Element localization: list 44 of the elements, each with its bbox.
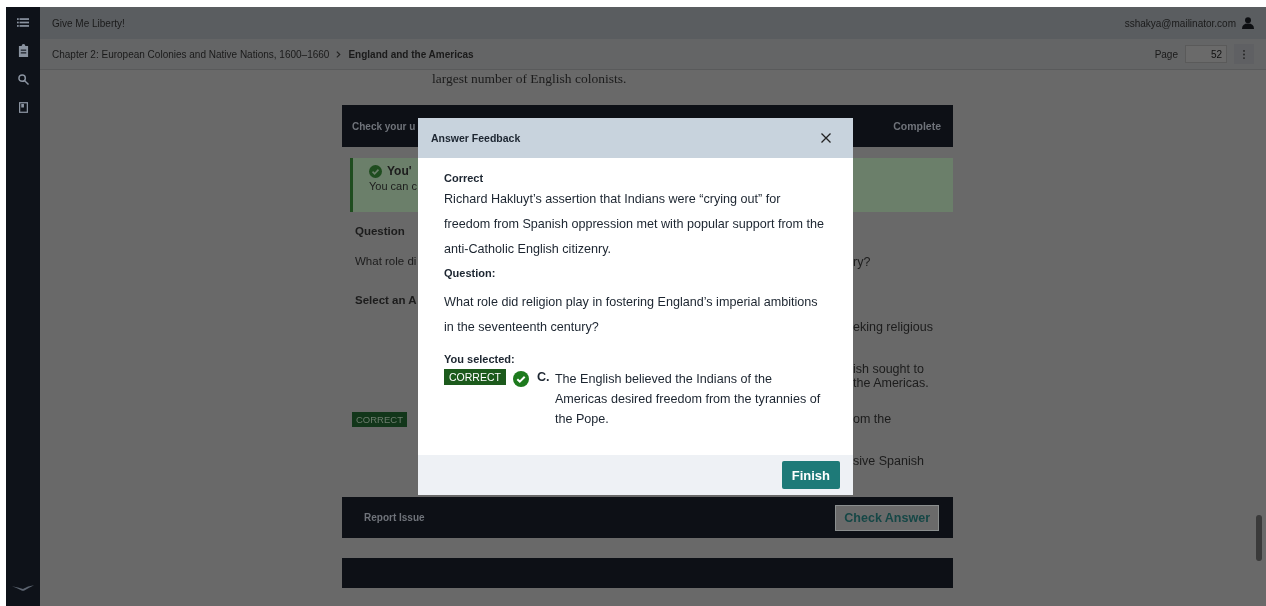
page-label: Page	[1154, 48, 1178, 60]
answer-option-text[interactable]: eking religious	[853, 320, 953, 334]
breadcrumb-item[interactable]: England and the Americas	[348, 48, 474, 60]
correct-badge: CORRECT	[352, 412, 407, 427]
alert-text: You can c	[369, 180, 418, 192]
question-label: Question:	[444, 267, 497, 279]
book-title: Give Me Liberty!	[52, 17, 126, 29]
list-icon[interactable]	[17, 18, 29, 27]
alert-title: You'	[387, 164, 412, 178]
scrollbar-thumb[interactable]	[1256, 515, 1262, 561]
check-answer-button[interactable]: Check Answer	[835, 504, 939, 531]
selected-label: You selected:	[444, 353, 516, 365]
question-label: Question	[355, 225, 405, 237]
check-title: Check your u	[352, 120, 416, 132]
select-answer-label: Select an A	[355, 294, 417, 306]
question-text: What role di	[355, 255, 417, 269]
answer-option-text[interactable]: the Americas.	[853, 376, 953, 390]
feedback-text: Richard Hakluyt’s assertion that Indians were “crying out” for freedom from Spanish oppression met with popular support from the anti-Catholic English citizenry.	[444, 191, 826, 258]
dialog-title: Answer Feedback	[431, 132, 521, 144]
user-email[interactable]: sshakya@mailinator.com	[1124, 17, 1236, 29]
breadcrumb-item[interactable]: Chapter 2: European Colonies and Native Nations, 1600–1660	[52, 48, 330, 60]
search-icon[interactable]	[17, 74, 29, 85]
result-label: Correct	[444, 172, 485, 184]
correct-badge: CORRECT	[444, 369, 506, 385]
question-text: What role did religion play in fostering England’s imperial ambitions in the seventeenth century?	[444, 294, 819, 336]
close-button[interactable]	[821, 133, 831, 143]
answer-option-text[interactable]: om the	[853, 412, 953, 426]
answer-option-text[interactable]: ish sought to	[853, 362, 953, 376]
answer-option-text[interactable]: sive Spanish	[853, 454, 953, 468]
report-issue-link[interactable]: Report Issue	[364, 512, 425, 523]
option-letter: C.	[536, 370, 551, 384]
clipboard-icon[interactable]	[17, 44, 29, 57]
chevron-icon	[336, 50, 342, 58]
finish-button[interactable]: Finish	[781, 461, 840, 489]
bird-logo-icon	[12, 584, 34, 592]
page-field[interactable]: 52	[1185, 45, 1227, 63]
user-icon[interactable]	[1242, 17, 1254, 29]
check-circle-icon	[369, 164, 382, 178]
close-icon	[821, 133, 831, 143]
check-status: Complete	[893, 120, 941, 132]
bookmark-icon[interactable]	[18, 102, 28, 113]
selected-answer-text: The English believed the Indians of the Americas desired freedom from the tyrannies of the Pope.	[554, 371, 822, 428]
question-text: ry?	[853, 255, 872, 269]
body-text: largest number of English colonists.	[432, 71, 628, 88]
